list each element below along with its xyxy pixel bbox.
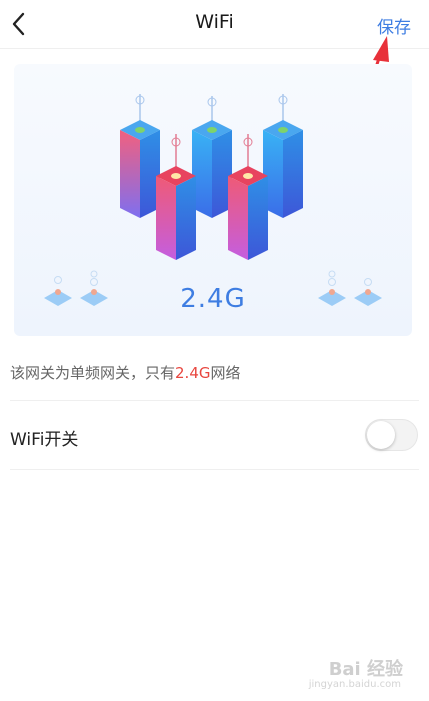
page-title: WiFi [195, 11, 234, 33]
nav-bar: WiFi 保存 [0, 0, 429, 49]
watermark-url: jingyan.baidu.com [308, 679, 401, 690]
watermark-logo: Bai 经验 [328, 659, 403, 680]
tower-back-middle [192, 96, 232, 218]
tower-front-left [156, 134, 196, 260]
note-suffix: 网络 [210, 364, 241, 382]
tower-back-left [120, 94, 160, 218]
note-prefix: 该网关为单频网关，只有 [10, 364, 176, 382]
note-highlight: 2.4G [175, 364, 211, 382]
band-label: 2.4G [180, 284, 246, 314]
toggle-knob [367, 421, 395, 449]
tower-back-right [263, 94, 303, 218]
single-band-note: 该网关为单频网关，只有2.4G网络 [10, 362, 241, 383]
save-button[interactable]: 保存 [377, 13, 411, 38]
wifi-illustration-card: 2.4G [14, 64, 412, 336]
divider [10, 469, 419, 470]
tower-front-right [228, 134, 268, 260]
wifi-switch-toggle[interactable] [365, 419, 418, 451]
wifi-switch-label: WiFi开关 [10, 430, 79, 450]
divider [10, 400, 419, 401]
